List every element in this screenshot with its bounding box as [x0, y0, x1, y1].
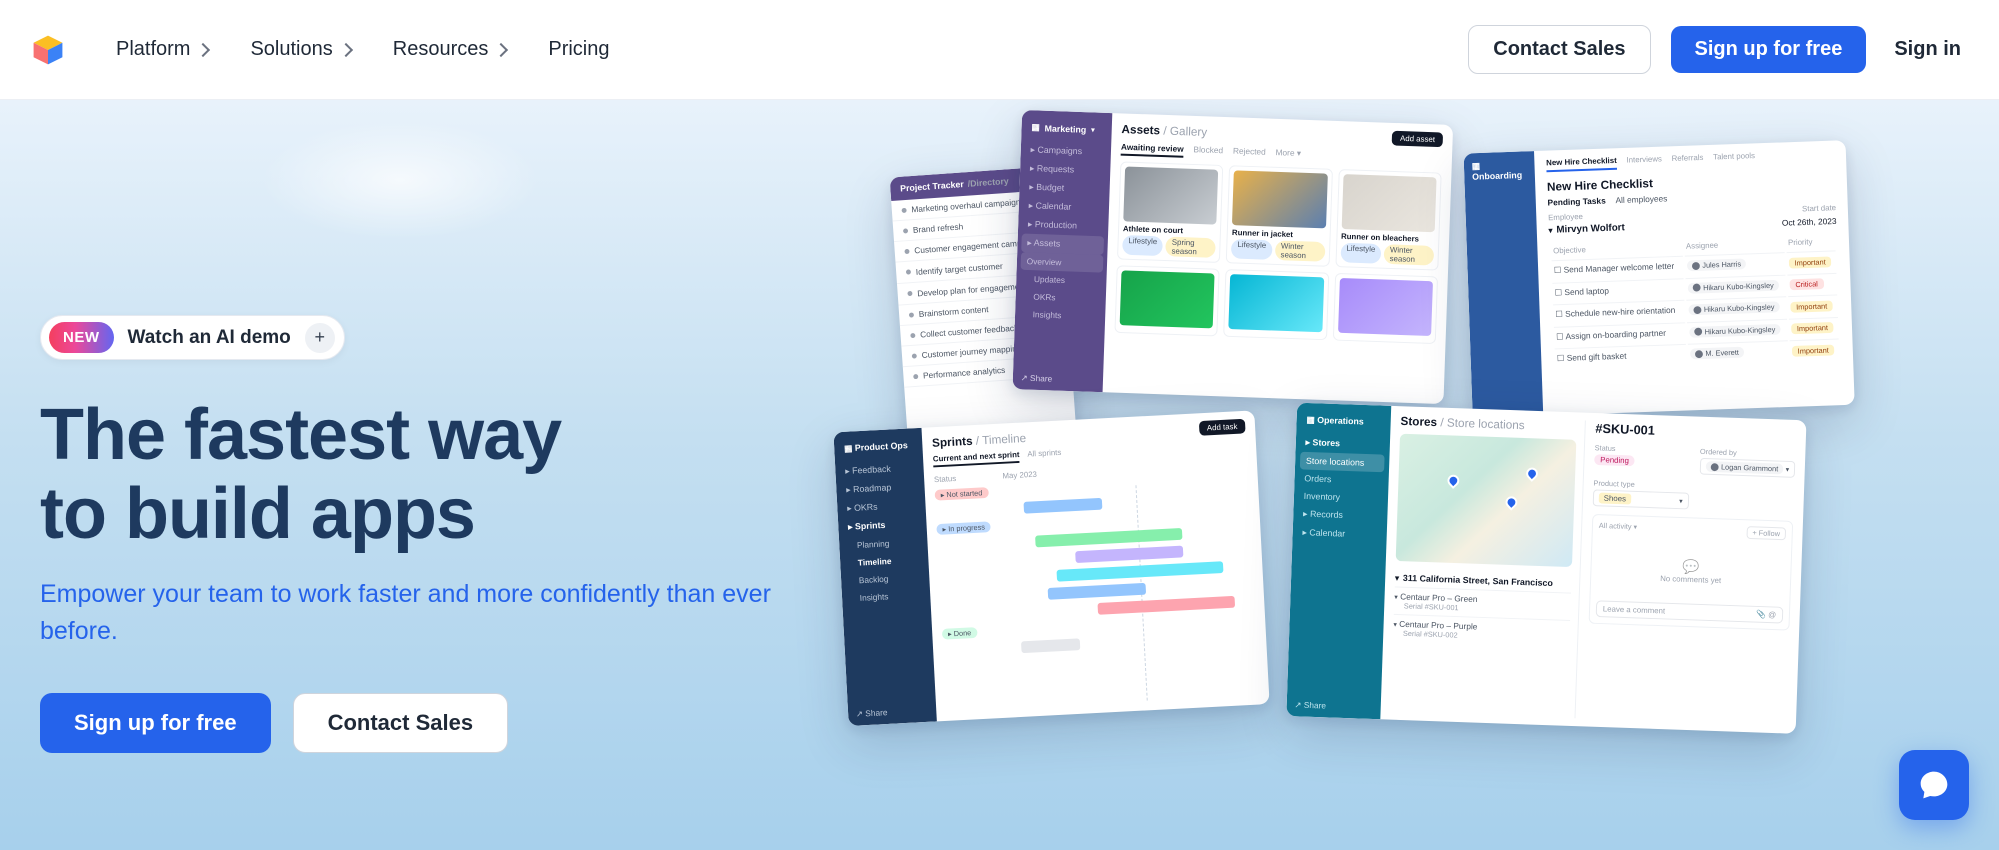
logo[interactable] — [30, 32, 66, 68]
add-asset-button: Add asset — [1392, 131, 1443, 147]
nav-links: Platform Solutions Resources Pricing — [116, 38, 610, 61]
comment-input: Leave a comment📎 @ — [1596, 600, 1784, 623]
panel-marketing: ▦Marketing ▾ ▸ Campaigns▸ Requests▸ Budg… — [1012, 110, 1453, 404]
marketing-sidebar: ▦Marketing ▾ ▸ Campaigns▸ Requests▸ Budg… — [1012, 110, 1112, 392]
floating-panels: Project Tracker/ Directory Marketing ove… — [841, 117, 1899, 842]
hero-contact-button[interactable]: Contact Sales — [293, 693, 509, 753]
panel-sprints: ▦ Product Ops ▸ Feedback▸ Roadmap▸ OKRs▸… — [833, 410, 1269, 726]
plus-icon: + — [305, 323, 335, 353]
new-badge: NEW — [49, 322, 114, 353]
nav-pricing[interactable]: Pricing — [548, 38, 609, 61]
grid-icon: ▦ — [1031, 122, 1040, 133]
chevron-right-icon — [494, 42, 508, 56]
hero-ctas: Sign up for free Contact Sales — [40, 693, 840, 753]
asset-card — [1223, 269, 1329, 340]
ai-demo-pill[interactable]: NEW Watch an AI demo + — [40, 315, 345, 360]
top-nav: Platform Solutions Resources Pricing Con… — [0, 0, 1999, 100]
demo-text: Watch an AI demo — [128, 327, 291, 349]
asset-card: Runner on bleachersLifestyleWinter seaso… — [1335, 169, 1442, 271]
chat-fab[interactable] — [1899, 750, 1969, 820]
asset-card — [1114, 265, 1220, 336]
signup-button[interactable]: Sign up for free — [1671, 26, 1867, 73]
nav-right: Contact Sales Sign up for free Sign in — [1468, 25, 1969, 74]
chevron-right-icon — [196, 42, 210, 56]
nav-resources[interactable]: Resources — [393, 38, 507, 61]
panel-operations: ▦ Operations ▸ Stores Store locations Or… — [1286, 403, 1806, 734]
headline: The fastest wayto build apps — [40, 396, 840, 554]
hero-content: NEW Watch an AI demo + The fastest wayto… — [40, 315, 840, 753]
chat-icon — [1918, 769, 1950, 801]
hero-section: NEW Watch an AI demo + The fastest wayto… — [0, 100, 1999, 850]
hero-signup-button[interactable]: Sign up for free — [40, 693, 271, 753]
signin-link[interactable]: Sign in — [1886, 38, 1969, 61]
contact-sales-button[interactable]: Contact Sales — [1468, 25, 1650, 74]
asset-card: Runner in jacketLifestyleWinter season — [1226, 165, 1333, 267]
asset-card: Athlete on courtLifestyleSpring season — [1117, 161, 1224, 263]
share-button: ↗ Share — [1020, 373, 1052, 385]
map — [1396, 434, 1577, 567]
panel-onboarding: ▦ Onboarding New Hire ChecklistInterview… — [1463, 140, 1854, 418]
subheadline: Empower your team to work faster and mor… — [40, 576, 800, 649]
asset-card — [1333, 273, 1439, 344]
nav-platform[interactable]: Platform — [116, 38, 208, 61]
nav-solutions[interactable]: Solutions — [250, 38, 350, 61]
chevron-right-icon — [339, 42, 353, 56]
